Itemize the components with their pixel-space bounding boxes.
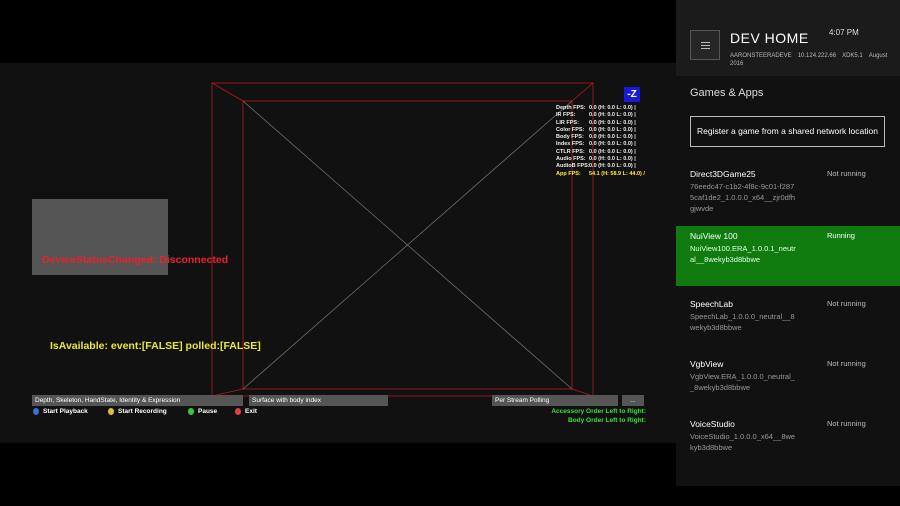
z-axis-button[interactable]: -Z [624, 87, 640, 102]
register-game-button[interactable]: Register a game from a shared network lo… [690, 116, 885, 147]
fps-label: Depth FPS: [556, 105, 586, 111]
fps-value: 0.0 (H: 0.0 L: 0.0) | [589, 112, 636, 119]
device-status-text: DeviceStatusChanged: Disconnected [42, 254, 229, 266]
app-name: Direct3DGame25 [690, 169, 756, 179]
app-list-item[interactable]: VgbView VgbView.ERA_1.0.0.0_neutral__8we… [676, 354, 900, 414]
fps-row: Audio FPS: 0.0 (H: 0.0 L: 0.0) | [556, 156, 674, 163]
fps-value: 0.0 (H: 0.0 L: 0.0) | [589, 163, 636, 170]
fps-label: IR FPS: [556, 112, 576, 119]
app-list-item[interactable]: VoiceStudio VoiceStudio_1.0.0.0_x64__8we… [676, 414, 900, 474]
hamburger-icon [701, 45, 710, 46]
fps-row: Index FPS: 0.0 (H: 0.0 L: 0.0) | [556, 141, 674, 148]
fps-label: AudioB FPS: [556, 163, 590, 170]
legend-exit[interactable]: Exit [235, 408, 257, 415]
fps-label: Body FPS: [556, 134, 584, 141]
clock: 4:07 PM [829, 28, 859, 37]
fps-value: 0.0 (H: 0.0 L: 0.0) | [589, 148, 636, 155]
app-list-item[interactable]: Direct3DGame25 76eedc47-c1b2-4f8c-9c01-f… [676, 164, 900, 224]
device-ip: 10.124.222.66 [797, 53, 837, 59]
more-button[interactable]: ... [622, 395, 644, 406]
legend-label: Start Recording [118, 408, 167, 415]
fps-row: CTLR FPS: 0.0 (H: 0.0 L: 0.0) | [556, 149, 674, 156]
app-name: VgbView [690, 359, 724, 369]
fps-label: Color FPS: [556, 126, 585, 133]
legend-label: Pause [198, 408, 218, 415]
sidebar-footer [676, 486, 900, 506]
viewer-canvas: -Z Depth FPS: 0.0 (H: 0.0 L: 0.0) | IR FP… [0, 63, 676, 443]
fps-panel: Depth FPS: 0.0 (H: 0.0 L: 0.0) | IR FPS: 0… [556, 105, 674, 178]
fps-label: Audio FPS: [556, 156, 586, 163]
controller-button-icon [33, 408, 39, 415]
legend-start-recording[interactable]: Start Recording [108, 408, 167, 415]
console-version: XDK5.1 [842, 53, 863, 59]
device-name: AARONSTEERADEVE [730, 53, 792, 59]
fps-row-app: App FPS: 54.1 (H: 58.9 L: 44.0) / [556, 171, 674, 178]
hamburger-icon [701, 42, 710, 43]
is-available-text: IsAvailable: event:[FALSE] polled:[FALSE… [50, 340, 261, 352]
fps-value: 0.0 (H: 0.0 L: 0.0) | [589, 141, 636, 148]
controller-button-icon [188, 408, 194, 415]
app-status: Not running [827, 169, 866, 178]
legend-label: Start Playback [43, 408, 88, 415]
app-list-item-selected[interactable]: NuiView 100 NuiView100.ERA_1.0.0.1_neutr… [676, 226, 900, 286]
fps-label: CTLR FPS: [556, 148, 585, 155]
fps-value: 0.0 (H: 0.0 L: 0.0) | [589, 156, 636, 163]
fps-value: 0.0 (H: 0.0 L: 0.0) | [589, 134, 636, 141]
fps-value: 0.0 (H: 0.0 L: 0.0) | [589, 119, 636, 126]
app-name: VoiceStudio [690, 419, 735, 429]
app-name: SpeechLab [690, 299, 734, 309]
hamburger-icon [701, 48, 710, 49]
surface-select[interactable]: Surface with body index [249, 395, 388, 406]
app-status: Running [827, 231, 855, 240]
fps-value: 0.0 (H: 0.0 L: 0.0) | [589, 105, 636, 111]
dev-home-panel: DEV HOME 4:07 PM AARONSTEERADEVE 10.124.2… [676, 0, 900, 506]
section-title: Games & Apps [690, 87, 764, 99]
app-package: VoiceStudio_1.0.0.0_x64__8wekyb3d8bbwe [690, 432, 796, 452]
device-info: AARONSTEERADEVE 10.124.222.66 XDK5.1 August… [730, 52, 898, 68]
dev-home-header: DEV HOME 4:07 PM AARONSTEERADEVE 10.124.2… [676, 0, 900, 76]
app-package: VgbView.ERA_1.0.0.0_neutral__8wekyb3d8bb… [690, 372, 795, 392]
fps-label: LIR FPS: [556, 119, 579, 126]
page-title: DEV HOME [730, 30, 809, 46]
fps-row: Body FPS: 0.0 (H: 0.0 L: 0.0) | [556, 134, 674, 141]
fps-row: IR FPS: 0.0 (H: 0.0 L: 0.0) | [556, 112, 674, 119]
fps-value: 0.0 (H: 0.0 L: 0.0) | [589, 126, 636, 133]
fps-row: Color FPS: 0.0 (H: 0.0 L: 0.0) | [556, 127, 674, 134]
app-status: Not running [827, 419, 866, 428]
fps-row: AudioB FPS: 0.0 (H: 0.0 L: 0.0) | [556, 163, 674, 170]
app-status: Not running [827, 299, 866, 308]
legend-pause[interactable]: Pause [188, 408, 217, 415]
controller-button-icon [235, 408, 241, 415]
legend-start-playback[interactable]: Start Playback [33, 408, 88, 415]
app-package: NuiView100.ERA_1.0.0.1_neutral__8wekyb3d… [690, 244, 796, 264]
legend-label: Exit [245, 408, 257, 415]
polling-select[interactable]: Per Stream Polling [492, 395, 618, 406]
app-status: Not running [827, 359, 866, 368]
fps-value: 54.1 (H: 58.9 L: 44.0) / [589, 170, 645, 177]
accessory-order-text: Accessory Order Left to Right: [551, 408, 646, 415]
app-name: NuiView 100 [690, 231, 738, 241]
stream-select[interactable]: Depth, Skeleton, HandState, Identity & E… [32, 395, 243, 406]
app-package: SpeechLab_1.0.0.0_neutral__8wekyb3d8bbwe [690, 312, 795, 332]
app-package: 76eedc47-c1b2-4f8c-9c01-f2875caf1de2_1.0… [690, 182, 796, 213]
controller-button-icon [108, 408, 114, 415]
fps-row: Depth FPS: 0.0 (H: 0.0 L: 0.0) | [556, 105, 674, 112]
menu-button[interactable] [690, 30, 720, 60]
fps-row: LIR FPS: 0.0 (H: 0.0 L: 0.0) | [556, 120, 674, 127]
fps-label: Index FPS: [556, 141, 585, 148]
fps-label: App FPS: [556, 170, 581, 177]
body-order-text: Body Order Left to Right: [568, 417, 646, 424]
app-list-item[interactable]: SpeechLab SpeechLab_1.0.0.0_neutral__8we… [676, 294, 900, 354]
app-frame: -Z Depth FPS: 0.0 (H: 0.0 L: 0.0) | IR FP… [0, 0, 676, 506]
